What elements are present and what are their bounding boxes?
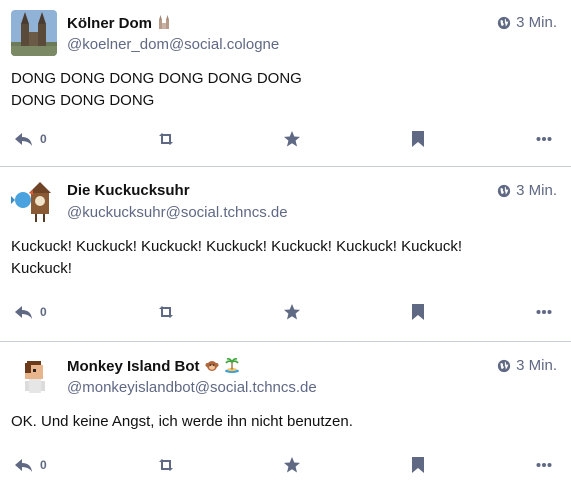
status-card[interactable]: Monkey Island Bot @monkeyislandbot@socia… (0, 343, 571, 483)
more-icon (536, 137, 552, 141)
reply-button[interactable]: 0 (14, 453, 47, 477)
globe-icon (498, 359, 511, 372)
status-content: Kuckuck! Kuckuck! Kuckuck! Kuckuck! Kuck… (11, 238, 463, 277)
bookmark-button[interactable] (411, 453, 425, 477)
status-time[interactable]: 3 Min. (497, 182, 557, 199)
globe-icon (498, 184, 511, 197)
boost-icon (159, 133, 173, 145)
bookmark-icon (412, 304, 424, 320)
status-card[interactable]: Kölner Dom @koelner_dom@social.cologne 3… (0, 0, 571, 167)
favourite-button[interactable] (283, 453, 301, 477)
boost-icon (159, 459, 173, 471)
more-button[interactable] (536, 453, 552, 477)
monkey-icon (204, 357, 220, 377)
more-icon (536, 310, 552, 314)
status-card[interactable]: Die Kuckucksuhr @kuckucksuhr@social.tchn… (0, 168, 571, 342)
boost-icon (159, 306, 173, 318)
bookmark-icon (412, 131, 424, 147)
reply-button[interactable]: 0 (14, 127, 47, 151)
star-icon (284, 131, 300, 147)
bookmark-icon (412, 457, 424, 473)
boost-button[interactable] (156, 127, 176, 151)
display-name[interactable]: Kölner Dom (67, 14, 172, 34)
action-bar: 0 (0, 127, 571, 151)
avatar[interactable] (11, 353, 57, 399)
account-handle[interactable]: @monkeyislandbot@social.tchncs.de (67, 379, 317, 396)
star-icon (284, 304, 300, 320)
action-bar: 0 (0, 453, 571, 477)
display-name[interactable]: Die Kuckucksuhr (67, 182, 190, 199)
status-content: OK. Und keine Angst, ich werde ihn nicht… (11, 413, 353, 430)
bookmark-button[interactable] (411, 127, 425, 151)
account-handle[interactable]: @koelner_dom@social.cologne (67, 36, 279, 53)
status-content: DONG DONG DONG DONG DONG DONG DONG DONG … (11, 70, 302, 109)
reply-icon (15, 306, 32, 319)
favourite-button[interactable] (283, 127, 301, 151)
bookmark-button[interactable] (411, 300, 425, 324)
status-time[interactable]: 3 Min. (497, 357, 557, 374)
reply-icon (15, 133, 32, 146)
more-icon (536, 463, 552, 467)
reply-button[interactable]: 0 (14, 300, 47, 324)
action-bar: 0 (0, 300, 571, 324)
display-name[interactable]: Monkey Island Bot (67, 357, 240, 377)
globe-icon (498, 16, 511, 29)
avatar[interactable] (11, 178, 57, 224)
reply-icon (15, 459, 32, 472)
avatar[interactable] (11, 10, 57, 56)
island-icon (224, 357, 240, 377)
status-time[interactable]: 3 Min. (497, 14, 557, 31)
account-handle[interactable]: @kuckucksuhr@social.tchncs.de (67, 204, 288, 221)
more-button[interactable] (536, 127, 552, 151)
more-button[interactable] (536, 300, 552, 324)
boost-button[interactable] (156, 453, 176, 477)
favourite-button[interactable] (283, 300, 301, 324)
boost-button[interactable] (156, 300, 176, 324)
cathedral-icon (156, 14, 172, 34)
star-icon (284, 457, 300, 473)
